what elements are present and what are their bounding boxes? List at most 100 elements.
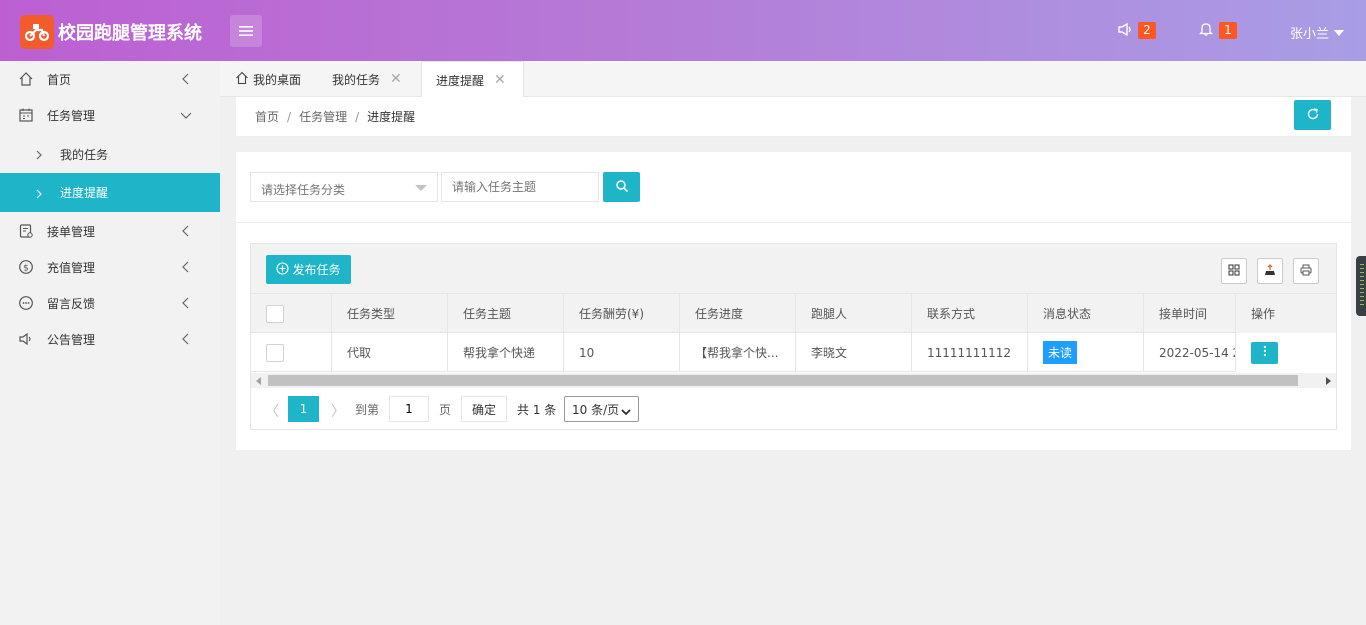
svg-text:$: $	[23, 264, 29, 274]
sidebar-item-label: 我的任务	[60, 147, 109, 162]
publish-task-label: 发布任务	[292, 263, 341, 277]
breadcrumb-bar: 首页 / 任务管理 / 进度提醒	[236, 97, 1351, 137]
refresh-button[interactable]	[1294, 100, 1331, 130]
print-button[interactable]	[1293, 258, 1319, 284]
sidebar-item-label: 充值管理	[47, 260, 96, 275]
caret-down-icon	[1334, 29, 1345, 36]
columns-filter-button[interactable]	[1221, 258, 1247, 284]
chat-icon	[18, 295, 34, 311]
user-menu[interactable]: 张小兰	[1290, 23, 1345, 42]
horizontal-scrollbar[interactable]	[251, 373, 1336, 388]
header-checkbox-cell	[251, 294, 332, 333]
tab-my-desktop[interactable]: 我的桌面	[235, 61, 301, 97]
home-icon	[235, 71, 249, 88]
tab-progress-reminder[interactable]: 进度提醒 ✕	[421, 61, 524, 98]
row-checkbox[interactable]	[266, 343, 284, 362]
column-header[interactable]: 任务类型	[332, 294, 448, 333]
app-logo[interactable]: 校园跑腿管理系统	[20, 15, 202, 49]
chevron-down-icon	[621, 405, 631, 419]
hamburger-icon[interactable]	[230, 15, 262, 47]
cell-actions	[1235, 333, 1336, 372]
search-icon	[615, 179, 629, 196]
sidebar-item-announcement-management[interactable]: 公告管理	[0, 321, 220, 357]
column-header[interactable]: 任务进度	[680, 294, 796, 333]
sidebar: 首页 任务管理 我的任务 进度提醒 接单管理 $ 充值管理 留言反馈 公告管理	[0, 61, 220, 625]
cell-runner: 李晓文	[796, 333, 912, 372]
column-header[interactable]: 任务主题	[448, 294, 564, 333]
goto-page-input[interactable]	[389, 396, 429, 422]
close-icon[interactable]: ✕	[494, 72, 506, 88]
app-title: 校园跑腿管理系统	[58, 23, 202, 44]
column-header[interactable]: 任务酬劳(¥)	[564, 294, 680, 333]
column-header[interactable]: 接单时间	[1144, 294, 1236, 333]
tab-my-tasks[interactable]: 我的任务 ✕	[332, 61, 402, 97]
sidebar-item-my-tasks[interactable]: 我的任务	[0, 136, 220, 172]
receipt-icon	[18, 223, 34, 239]
row-actions-button[interactable]	[1251, 341, 1278, 364]
notification-button[interactable]: 1	[1198, 22, 1237, 39]
speaker-icon	[18, 331, 34, 347]
tab-label: 我的桌面	[253, 72, 302, 87]
sidebar-item-label: 公告管理	[47, 332, 96, 347]
page-unit-label: 页	[439, 403, 452, 417]
close-icon[interactable]: ✕	[390, 71, 402, 87]
row-checkbox-cell	[251, 333, 332, 372]
total-count: 共 1 条	[517, 403, 557, 417]
refresh-icon	[1306, 107, 1320, 124]
page-number-current[interactable]: 1	[288, 396, 319, 422]
sidebar-item-recharge-management[interactable]: $ 充值管理	[0, 249, 220, 285]
announcement-button[interactable]: 2	[1118, 22, 1156, 39]
sidebar-item-progress-reminder[interactable]: 进度提醒	[0, 173, 220, 212]
export-button[interactable]	[1257, 258, 1283, 284]
column-header-actions: 操作	[1235, 294, 1336, 333]
breadcrumb-home[interactable]: 首页	[255, 110, 279, 124]
select-all-checkbox[interactable]	[266, 304, 284, 323]
cell-task-subject: 帮我拿个快递	[448, 333, 564, 372]
page-size-select[interactable]: 10 条/页	[564, 396, 639, 422]
dollar-icon: $	[18, 259, 34, 275]
side-widget-handle[interactable]	[1356, 256, 1366, 316]
triangle-down-icon	[415, 185, 427, 191]
search-button[interactable]	[603, 172, 640, 202]
tab-label: 我的任务	[332, 72, 381, 87]
category-select[interactable]: 请选择任务分类	[250, 172, 438, 202]
publish-task-button[interactable]: 发布任务	[266, 255, 351, 284]
calendar-icon	[18, 107, 34, 123]
scroll-left-icon[interactable]	[256, 377, 261, 385]
sidebar-item-label: 进度提醒	[60, 186, 109, 200]
next-page-icon[interactable]: 〉	[331, 401, 345, 421]
more-vertical-icon	[1263, 345, 1267, 360]
sidebar-item-feedback[interactable]: 留言反馈	[0, 285, 220, 321]
column-header[interactable]: 跑腿人	[796, 294, 912, 333]
chevron-left-icon	[180, 333, 192, 345]
plus-circle-icon	[276, 261, 290, 278]
scrollbar-thumb[interactable]	[268, 375, 1298, 386]
column-header: 操作	[1251, 307, 1276, 321]
column-header[interactable]: 联系方式	[912, 294, 1028, 333]
sidebar-item-task-management[interactable]: 任务管理	[0, 97, 220, 133]
breadcrumb-task-management[interactable]: 任务管理	[299, 110, 347, 124]
subject-search-input[interactable]	[441, 172, 599, 202]
goto-confirm-button[interactable]: 确定	[461, 396, 507, 422]
sidebar-item-label: 接单管理	[47, 224, 96, 239]
cell-accept-time: 2022-05-14 2...	[1159, 345, 1236, 360]
chevron-right-icon	[34, 188, 44, 198]
home-icon	[18, 71, 34, 87]
cell-task-type: 代取	[332, 333, 448, 372]
pagination: 〈 1 〉 到第 页 确定 共 1 条 10 条/页	[251, 389, 1336, 429]
breadcrumb: 首页 / 任务管理 / 进度提醒	[255, 110, 416, 124]
print-icon	[1300, 264, 1312, 279]
cell-task-reward: 10	[564, 333, 680, 372]
category-select-placeholder: 请选择任务分类	[261, 183, 346, 197]
table-row[interactable]: 代取 帮我拿个快递 10 【帮我拿个快... 李晓文 11111111112 未…	[251, 333, 1336, 372]
tab-label: 进度提醒	[436, 73, 485, 88]
column-header[interactable]: 消息状态	[1028, 294, 1144, 333]
sidebar-item-home[interactable]: 首页	[0, 61, 220, 97]
sidebar-item-order-management[interactable]: 接单管理	[0, 213, 220, 249]
scroll-right-icon[interactable]	[1326, 377, 1331, 385]
table-toolbar: 发布任务	[251, 244, 1336, 294]
chevron-left-icon	[180, 73, 192, 85]
prev-page-icon[interactable]: 〈	[265, 401, 279, 421]
cell-message-status: 未读	[1028, 333, 1144, 372]
cell-task-progress: 【帮我拿个快...	[680, 333, 796, 372]
